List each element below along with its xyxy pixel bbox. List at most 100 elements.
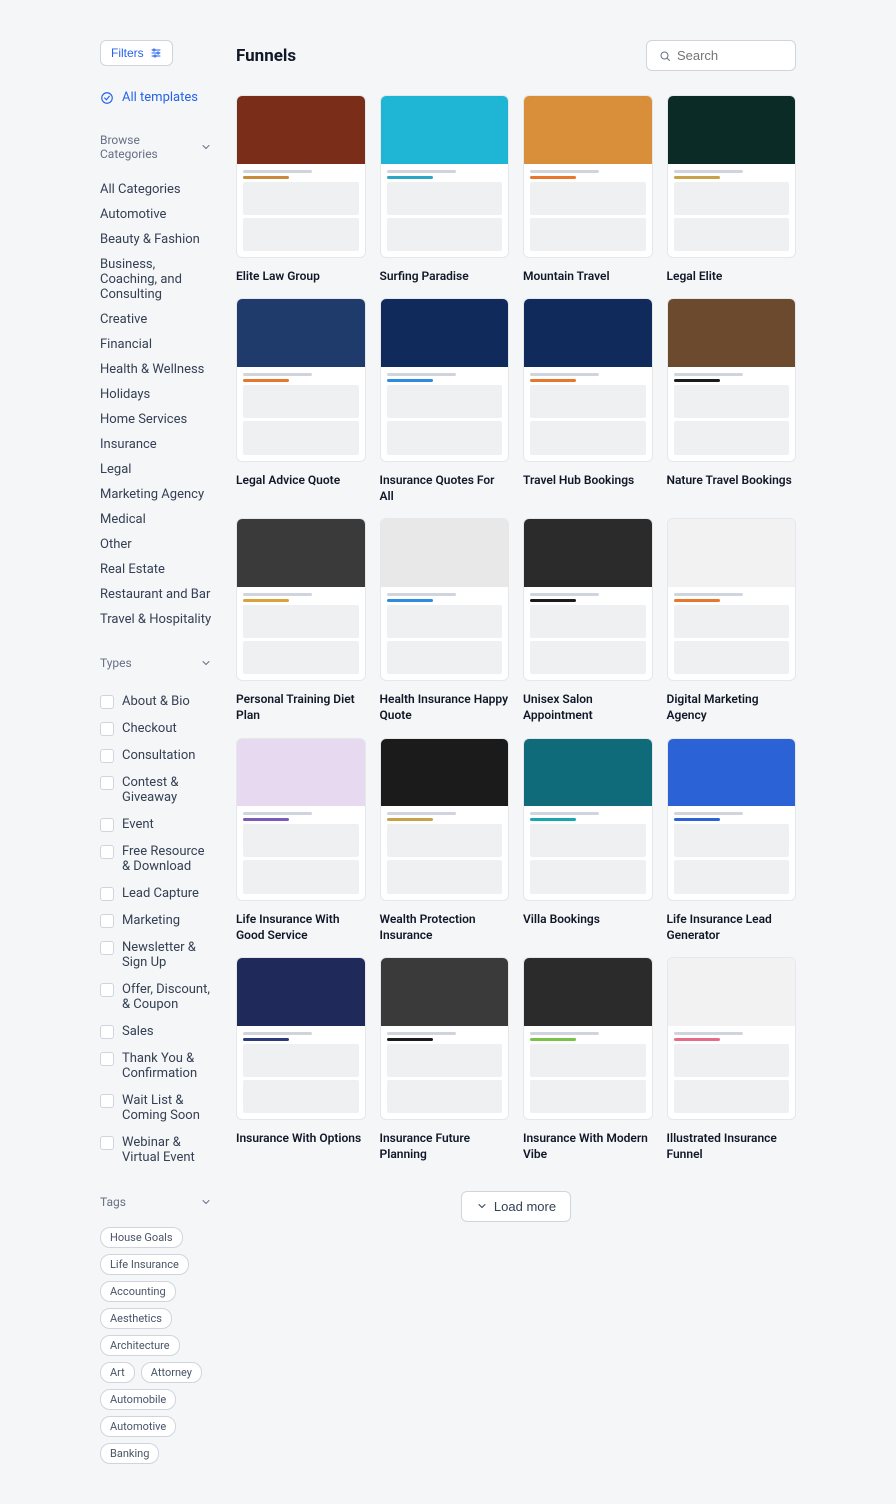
- checkbox[interactable]: [100, 941, 114, 955]
- template-thumbnail[interactable]: [667, 298, 797, 461]
- template-thumbnail[interactable]: [380, 95, 510, 258]
- category-item[interactable]: Travel & Hospitality: [100, 607, 212, 632]
- category-item[interactable]: Real Estate: [100, 557, 212, 582]
- template-thumbnail[interactable]: [380, 518, 510, 681]
- search-input[interactable]: [677, 48, 783, 63]
- checkbox[interactable]: [100, 887, 114, 901]
- sliders-icon: [150, 47, 162, 59]
- tag-pill[interactable]: Aesthetics: [100, 1308, 172, 1329]
- type-checkbox-item[interactable]: Checkout: [100, 715, 212, 742]
- category-item[interactable]: Insurance: [100, 432, 212, 457]
- template-thumbnail[interactable]: [380, 957, 510, 1120]
- type-label: Thank You & Confirmation: [122, 1051, 212, 1081]
- template-thumbnail[interactable]: [236, 957, 366, 1120]
- checkbox[interactable]: [100, 1052, 114, 1066]
- tag-pill[interactable]: House Goals: [100, 1227, 183, 1248]
- type-checkbox-item[interactable]: Free Resource & Download: [100, 838, 212, 880]
- category-item[interactable]: Home Services: [100, 407, 212, 432]
- tag-pill[interactable]: Art: [100, 1362, 135, 1383]
- tag-pill[interactable]: Banking: [100, 1443, 159, 1464]
- category-item[interactable]: Creative: [100, 307, 212, 332]
- template-thumbnail[interactable]: [523, 518, 653, 681]
- template-thumbnail[interactable]: [236, 95, 366, 258]
- type-checkbox-item[interactable]: Webinar & Virtual Event: [100, 1129, 212, 1171]
- category-item[interactable]: Legal: [100, 457, 212, 482]
- template-thumbnail[interactable]: [667, 738, 797, 901]
- template-thumbnail[interactable]: [380, 298, 510, 461]
- browse-categories-header[interactable]: Browse Categories: [100, 133, 212, 169]
- chevron-down-icon: [200, 1196, 212, 1208]
- thumb-hero: [524, 958, 652, 1026]
- checkbox[interactable]: [100, 695, 114, 709]
- category-item[interactable]: Holidays: [100, 382, 212, 407]
- thumb-body: [237, 164, 365, 258]
- template-thumbnail[interactable]: [236, 298, 366, 461]
- filters-button[interactable]: Filters: [100, 40, 173, 66]
- checkbox[interactable]: [100, 1025, 114, 1039]
- category-item[interactable]: Marketing Agency: [100, 482, 212, 507]
- checkbox[interactable]: [100, 983, 114, 997]
- template-thumbnail[interactable]: [380, 738, 510, 901]
- type-checkbox-item[interactable]: Wait List & Coming Soon: [100, 1087, 212, 1129]
- checkbox[interactable]: [100, 749, 114, 763]
- template-title: Nature Travel Bookings: [667, 472, 797, 488]
- search-box[interactable]: [646, 40, 796, 71]
- category-item[interactable]: Beauty & Fashion: [100, 227, 212, 252]
- tag-pill[interactable]: Automotive: [100, 1416, 176, 1437]
- category-item[interactable]: Business, Coaching, and Consulting: [100, 252, 212, 307]
- template-title: Personal Training Diet Plan: [236, 691, 366, 723]
- category-item[interactable]: Other: [100, 532, 212, 557]
- tags-header[interactable]: Tags: [100, 1195, 212, 1217]
- type-checkbox-item[interactable]: About & Bio: [100, 688, 212, 715]
- type-label: Free Resource & Download: [122, 844, 212, 874]
- category-item[interactable]: Restaurant and Bar: [100, 582, 212, 607]
- type-checkbox-item[interactable]: Thank You & Confirmation: [100, 1045, 212, 1087]
- template-thumbnail[interactable]: [523, 957, 653, 1120]
- template-thumbnail[interactable]: [667, 95, 797, 258]
- template-card: Unisex Salon Appointment: [523, 518, 653, 724]
- type-checkbox-item[interactable]: Contest & Giveaway: [100, 769, 212, 811]
- template-thumbnail[interactable]: [667, 518, 797, 681]
- template-thumbnail[interactable]: [667, 957, 797, 1120]
- template-thumbnail[interactable]: [523, 95, 653, 258]
- template-card: Elite Law Group: [236, 95, 366, 284]
- tag-pill[interactable]: Automobile: [100, 1389, 176, 1410]
- category-item[interactable]: Medical: [100, 507, 212, 532]
- template-thumbnail[interactable]: [236, 738, 366, 901]
- type-checkbox-item[interactable]: Consultation: [100, 742, 212, 769]
- checkbox[interactable]: [100, 722, 114, 736]
- checkbox[interactable]: [100, 1094, 114, 1108]
- thumb-hero: [381, 739, 509, 807]
- tag-pill[interactable]: Attorney: [141, 1362, 202, 1383]
- checkbox[interactable]: [100, 914, 114, 928]
- type-checkbox-item[interactable]: Sales: [100, 1018, 212, 1045]
- template-card: Insurance With Modern Vibe: [523, 957, 653, 1163]
- type-checkbox-item[interactable]: Event: [100, 811, 212, 838]
- types-list: About & BioCheckoutConsultationContest &…: [100, 688, 212, 1171]
- checkbox[interactable]: [100, 845, 114, 859]
- template-thumbnail[interactable]: [523, 298, 653, 461]
- tag-pill[interactable]: Accounting: [100, 1281, 176, 1302]
- thumb-hero: [381, 299, 509, 367]
- checkbox[interactable]: [100, 776, 114, 790]
- type-label: Newsletter & Sign Up: [122, 940, 212, 970]
- load-more-button[interactable]: Load more: [461, 1191, 571, 1222]
- category-item[interactable]: Automotive: [100, 202, 212, 227]
- category-item[interactable]: Financial: [100, 332, 212, 357]
- template-card: Insurance Quotes For All: [380, 298, 510, 504]
- template-thumbnail[interactable]: [523, 738, 653, 901]
- type-checkbox-item[interactable]: Newsletter & Sign Up: [100, 934, 212, 976]
- type-checkbox-item[interactable]: Lead Capture: [100, 880, 212, 907]
- template-thumbnail[interactable]: [236, 518, 366, 681]
- types-header[interactable]: Types: [100, 656, 212, 678]
- type-checkbox-item[interactable]: Marketing: [100, 907, 212, 934]
- category-item[interactable]: All Categories: [100, 177, 212, 202]
- checkbox[interactable]: [100, 1136, 114, 1150]
- tag-pill[interactable]: Architecture: [100, 1335, 180, 1356]
- thumb-hero: [668, 739, 796, 807]
- checkbox[interactable]: [100, 818, 114, 832]
- tag-pill[interactable]: Life Insurance: [100, 1254, 189, 1275]
- category-item[interactable]: Health & Wellness: [100, 357, 212, 382]
- type-checkbox-item[interactable]: Offer, Discount, & Coupon: [100, 976, 212, 1018]
- all-templates-link[interactable]: All templates: [100, 86, 212, 109]
